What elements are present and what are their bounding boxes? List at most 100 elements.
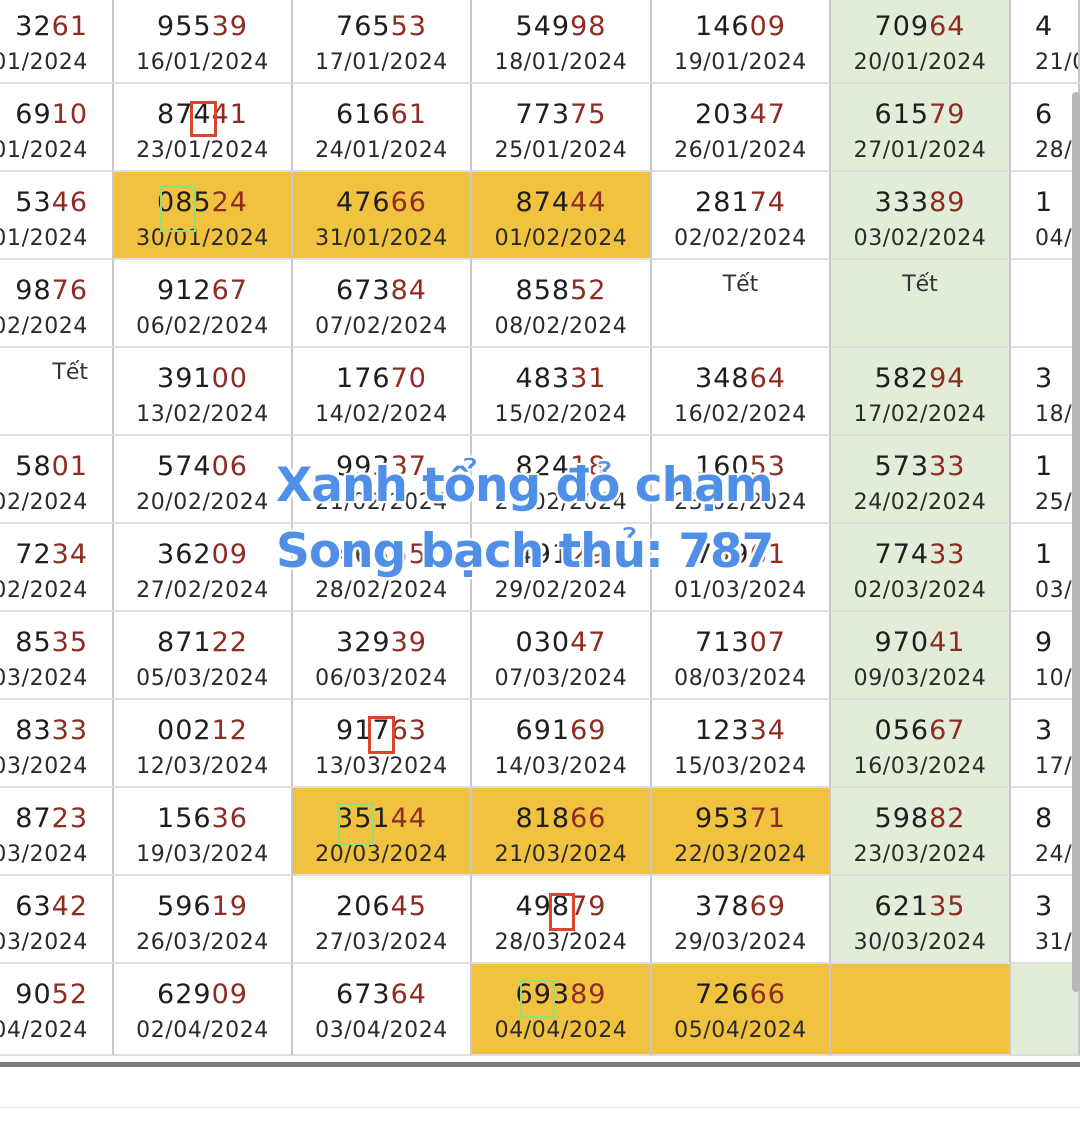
- result-cell: 97041 09/03/2024: [831, 612, 1011, 700]
- result-number-prefix: 955: [157, 11, 212, 42]
- result-number-last-two: 09: [211, 539, 248, 570]
- result-cell: 17670 14/02/2024: [293, 348, 472, 436]
- result-cell: 87122 05/03/2024: [114, 612, 293, 700]
- result-number: 03047: [516, 628, 607, 658]
- result-number-prefix: 598: [874, 803, 930, 834]
- result-cell: 8333 03/2024: [0, 700, 114, 788]
- result-number-last-two: 39: [211, 11, 248, 42]
- result-date: 28/03/2024: [494, 930, 628, 955]
- result-number: 20645: [336, 892, 427, 922]
- result-date: 06/02/2024: [136, 314, 269, 339]
- result-cell: 08524 30/01/2024: [114, 172, 293, 260]
- result-date: 26/03/2024: [136, 930, 269, 955]
- result-number-last-two: 74: [749, 187, 786, 218]
- result-number-prefix: 713: [695, 627, 750, 658]
- result-date: 04/2024: [0, 1018, 88, 1043]
- result-cell: 72666 05/04/2024: [652, 964, 831, 1056]
- result-number-prefix: 206: [336, 891, 391, 922]
- result-cell: 70964 20/01/2024: [831, 0, 1011, 84]
- result-number-last-two: 23: [51, 803, 88, 834]
- result-number: 76553: [336, 12, 427, 42]
- result-cell: 59619 26/03/2024: [114, 876, 293, 964]
- result-number: 4: [1035, 12, 1053, 42]
- result-number-last-two: 00: [211, 363, 248, 394]
- result-number-prefix: 1: [1035, 539, 1054, 570]
- result-cell: 7234 02/2024: [0, 524, 114, 612]
- result-number-prefix: 573: [874, 451, 930, 482]
- result-cell: 37869 29/03/2024: [652, 876, 831, 964]
- result-cell: Tết: [652, 260, 831, 348]
- result-number: 91267: [157, 276, 248, 306]
- result-number: 6342: [15, 892, 88, 922]
- result-number-prefix: 621: [874, 891, 930, 922]
- result-number: 77433: [875, 540, 966, 570]
- result-number-prefix: 6: [1035, 99, 1054, 130]
- result-date: 03/02/2024: [853, 226, 987, 251]
- holiday-label: Tết: [722, 272, 759, 297]
- result-date: 19/03/2024: [136, 842, 269, 867]
- result-number: 61661: [336, 100, 427, 130]
- result-number-last-two: 41: [211, 99, 248, 130]
- result-number-last-two: 82: [929, 803, 966, 834]
- result-cell: 9052 04/2024: [0, 964, 114, 1056]
- result-number-last-two: 69: [749, 891, 786, 922]
- result-date: 07/02/2024: [315, 314, 448, 339]
- result-number-prefix: 549: [515, 11, 571, 42]
- result-number: 67364: [336, 980, 427, 1010]
- result-date: 08/03/2024: [674, 666, 807, 691]
- result-cell: Tết: [0, 348, 114, 436]
- result-date: 03/04/2024: [315, 1018, 448, 1043]
- result-number-prefix: 871: [157, 627, 212, 658]
- result-number-prefix: 726: [695, 979, 750, 1010]
- result-number-prefix: 574: [157, 451, 212, 482]
- result-date: 01/03/2024: [674, 578, 807, 603]
- result-number: 72666: [695, 980, 786, 1010]
- result-number-prefix: 953: [695, 803, 750, 834]
- result-number-prefix: 765: [336, 11, 391, 42]
- result-number-prefix: 146: [695, 11, 750, 42]
- result-number: 69169: [516, 716, 607, 746]
- overlay-caption-line2: Song bạch thủ: 787: [276, 524, 774, 579]
- result-number-prefix: 4: [1035, 11, 1054, 42]
- result-number: 57333: [875, 452, 966, 482]
- footer-divider: [0, 1107, 1080, 1108]
- result-cell: 69389 04/04/2024: [472, 964, 652, 1056]
- result-number-last-two: 64: [929, 11, 966, 42]
- result-number: 54998: [516, 12, 607, 42]
- result-cell: 20347 26/01/2024: [652, 84, 831, 172]
- red-marker-1: [190, 101, 217, 137]
- result-number-prefix: 774: [874, 539, 930, 570]
- result-number: 9: [1035, 628, 1053, 658]
- result-cell: 5346 01/2024: [0, 172, 114, 260]
- result-number-last-two: 67: [929, 715, 966, 746]
- result-number-last-two: 61: [390, 99, 427, 130]
- scrollbar[interactable]: [1072, 92, 1080, 992]
- result-number: 3: [1035, 716, 1053, 746]
- result-date: 30/01/2024: [136, 226, 269, 251]
- result-date: 20/03/2024: [315, 842, 448, 867]
- result-number-prefix: 333: [874, 187, 930, 218]
- result-number-prefix: 615: [874, 99, 930, 130]
- result-date: 17/01/2024: [315, 50, 448, 75]
- result-date: 17/02/2024: [853, 402, 987, 427]
- result-number: 32939: [336, 628, 427, 658]
- result-number-prefix: 203: [695, 99, 750, 130]
- result-number-last-two: 76: [51, 275, 88, 306]
- result-number: 33389: [875, 188, 966, 218]
- result-number: 39100: [157, 364, 248, 394]
- result-cell: Tết: [831, 260, 1011, 348]
- result-number-last-two: 36: [211, 803, 248, 834]
- result-number-prefix: 83: [15, 715, 52, 746]
- result-number: 87444: [516, 188, 607, 218]
- result-date: 05/03/2024: [136, 666, 269, 691]
- result-number-prefix: 87: [15, 803, 52, 834]
- result-number-last-two: 52: [570, 275, 607, 306]
- result-cell: 87444 01/02/2024: [472, 172, 652, 260]
- result-number-prefix: 970: [874, 627, 930, 658]
- result-number-prefix: 90: [15, 979, 52, 1010]
- result-number-last-two: 06: [211, 451, 248, 482]
- result-date: 20/02/2024: [136, 490, 269, 515]
- result-number-last-two: 01: [51, 451, 88, 482]
- result-cell: 61661 24/01/2024: [293, 84, 472, 172]
- result-number-last-two: 47: [570, 627, 607, 658]
